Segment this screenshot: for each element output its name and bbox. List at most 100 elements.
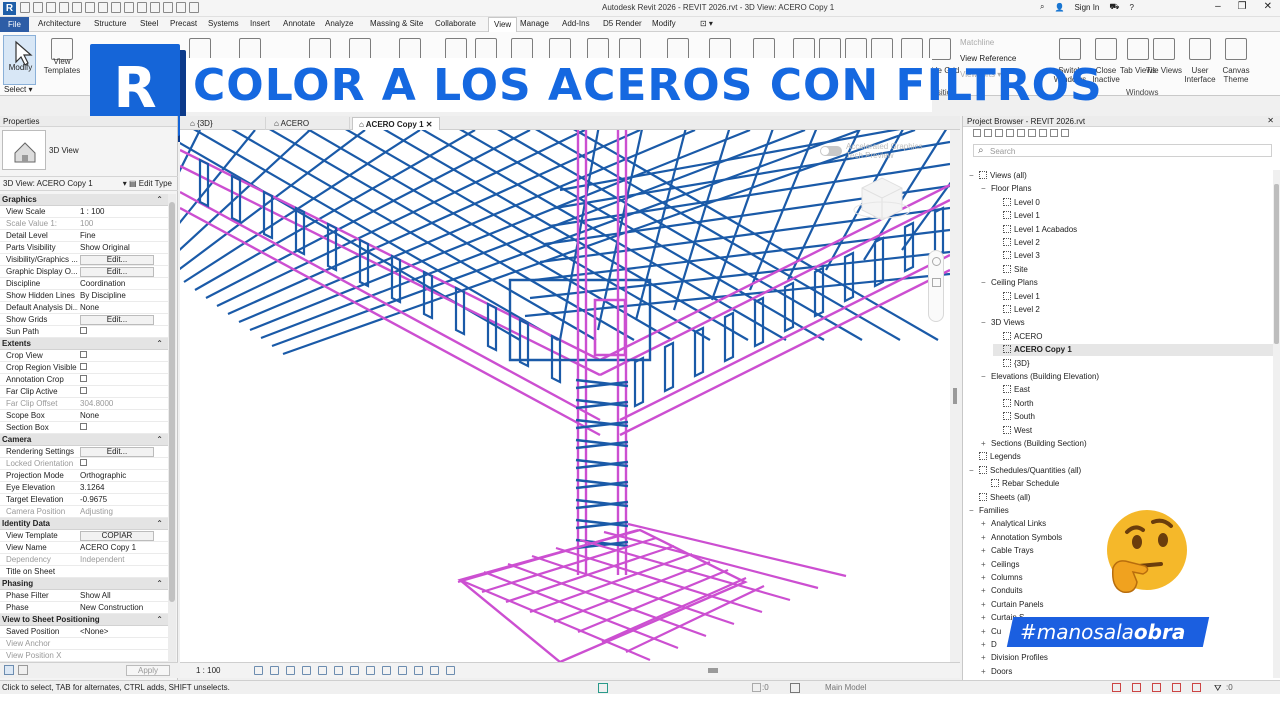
expand-icon[interactable]: +: [981, 599, 991, 611]
elevation-icon[interactable]: [587, 38, 609, 60]
edit-button[interactable]: Edit...: [80, 314, 154, 325]
link-icon[interactable]: [1061, 129, 1069, 137]
properties-scrollbar[interactable]: [168, 194, 176, 674]
canvas-scroll-thumb[interactable]: [953, 388, 957, 404]
property-value[interactable]: [78, 459, 168, 468]
expand-icon[interactable]: +: [981, 559, 991, 571]
tree-item-schedules-quantities-all[interactable]: − Schedules/Quantities (all): [969, 465, 1081, 477]
revisions-icon[interactable]: [901, 38, 923, 60]
expand-icon[interactable]: +: [981, 626, 991, 638]
tree-item-level-3[interactable]: Level 3: [993, 250, 1040, 262]
tree-item-division-profiles[interactable]: + Division Profiles: [981, 652, 1048, 664]
twinmotion-icon[interactable]: [399, 38, 421, 60]
filter-icon[interactable]: ⛛: [1214, 683, 1222, 694]
tree-item-level-2[interactable]: Level 2: [993, 237, 1040, 249]
property-value[interactable]: Coordination: [78, 279, 168, 288]
editable-icon[interactable]: [752, 683, 761, 692]
property-value[interactable]: 304.8000: [78, 399, 168, 408]
property-value[interactable]: [78, 351, 168, 360]
scope-icon[interactable]: [793, 38, 815, 60]
matchline-button[interactable]: Matchline: [960, 38, 994, 47]
tree-item-west[interactable]: West: [993, 425, 1032, 437]
remove-icon[interactable]: [239, 38, 261, 60]
tree-item-level-1[interactable]: Level 1: [993, 291, 1040, 303]
project-browser-search[interactable]: Search: [973, 144, 1272, 157]
navigation-bar[interactable]: [928, 250, 944, 322]
tab-modify[interactable]: Modify: [652, 19, 676, 28]
schedule-icon[interactable]: [1006, 129, 1014, 137]
section-identity-data[interactable]: Identity Data: [0, 518, 168, 530]
tab-annotate[interactable]: Annotate: [283, 19, 315, 28]
tree-item-curtain-panels[interactable]: + Curtain Panels: [981, 599, 1043, 611]
tab-manage[interactable]: Manage: [520, 19, 549, 28]
visual-style-icon[interactable]: [270, 666, 279, 675]
edit-button[interactable]: Edit...: [80, 254, 154, 265]
open-icon[interactable]: [20, 2, 30, 13]
tree-item-annotation-symbols[interactable]: + Annotation Symbols: [981, 532, 1062, 544]
view-icon[interactable]: [845, 38, 867, 60]
checkbox[interactable]: [80, 327, 87, 334]
undo-icon[interactable]: [59, 2, 69, 13]
tree-item-views-all[interactable]: − Views (all): [969, 170, 1027, 182]
expand-icon[interactable]: +: [981, 532, 991, 544]
property-value[interactable]: [78, 375, 168, 384]
home-icon[interactable]: [973, 129, 981, 137]
shadows-icon[interactable]: [302, 666, 311, 675]
collapse-icon[interactable]: −: [981, 183, 991, 195]
tab-architecture[interactable]: Architecture: [38, 19, 81, 28]
tab-d5-render[interactable]: D5 Render: [603, 19, 642, 28]
expand-icon[interactable]: +: [981, 438, 991, 450]
checkbox[interactable]: [80, 387, 87, 394]
tree-item-south[interactable]: South: [993, 411, 1035, 423]
properties-filter-icon[interactable]: [18, 665, 28, 675]
plan-icon[interactable]: [549, 38, 571, 60]
property-value[interactable]: By Discipline: [78, 291, 168, 300]
title-icon[interactable]: [871, 38, 893, 60]
legend-icon[interactable]: [1028, 129, 1036, 137]
design-options-icon[interactable]: [790, 683, 800, 693]
tree-item-acero-copy-1[interactable]: ACERO Copy 1: [993, 344, 1280, 357]
section-extents[interactable]: Extents: [0, 338, 168, 350]
tree-item-legends[interactable]: Legends: [969, 451, 1021, 463]
tree-item-conduits[interactable]: + Conduits: [981, 585, 1023, 597]
expand-icon[interactable]: +: [981, 545, 991, 557]
text-icon[interactable]: [124, 2, 134, 13]
expand-icon[interactable]: +: [981, 572, 991, 584]
worksharing-icon[interactable]: [414, 666, 423, 675]
zoom-icon[interactable]: [932, 278, 941, 287]
property-value[interactable]: New Construction: [78, 603, 168, 612]
property-value[interactable]: 3.1264: [78, 483, 168, 492]
plan-icon[interactable]: [995, 129, 1003, 137]
save-icon[interactable]: [33, 2, 43, 13]
schedules-icon[interactable]: [753, 38, 775, 60]
tree-item-analytical-links[interactable]: + Analytical Links: [981, 518, 1046, 530]
sheet-icon[interactable]: [1017, 129, 1025, 137]
checkbox[interactable]: [80, 459, 87, 466]
properties-help-icon[interactable]: [4, 665, 14, 675]
tree-item-cu[interactable]: + Cu: [981, 626, 1001, 638]
collapse-icon[interactable]: −: [981, 277, 991, 289]
render-icon[interactable]: [309, 38, 331, 60]
edit-type-button[interactable]: ▾ ▤ Edit Type: [123, 179, 172, 188]
property-value[interactable]: Fine: [78, 231, 168, 240]
contextual-tab-icon[interactable]: ⊡ ▾: [700, 19, 713, 28]
show-icon[interactable]: [189, 38, 211, 60]
checkbox[interactable]: [80, 423, 87, 430]
switch-windows-icon[interactable]: [1059, 38, 1081, 60]
tree-item-ceilings[interactable]: + Ceilings: [981, 559, 1019, 571]
tree-item-d[interactable]: + D: [981, 639, 997, 651]
tree-item-elevations-building-elevation[interactable]: − Elevations (Building Elevation): [981, 371, 1099, 383]
family-icon[interactable]: [1039, 129, 1047, 137]
tree-item-rebar-schedule[interactable]: Rebar Schedule: [981, 478, 1059, 490]
tab-precast[interactable]: Precast: [170, 19, 197, 28]
expand-icon[interactable]: +: [981, 585, 991, 597]
canvas-vertical-scrollbar[interactable]: [950, 130, 960, 662]
property-value[interactable]: Independent: [78, 555, 168, 564]
collapse-icon[interactable]: −: [969, 170, 979, 182]
redo-icon[interactable]: [72, 2, 82, 13]
edit-button[interactable]: Edit...: [80, 446, 154, 457]
restore-icon[interactable]: ❐: [1238, 1, 1247, 12]
guide-grid-icon[interactable]: [929, 38, 951, 60]
view-tab-acero-copy-1[interactable]: ⌂ ACERO Copy 1 ✕: [352, 117, 440, 130]
revit-app-icon[interactable]: R: [3, 2, 16, 15]
